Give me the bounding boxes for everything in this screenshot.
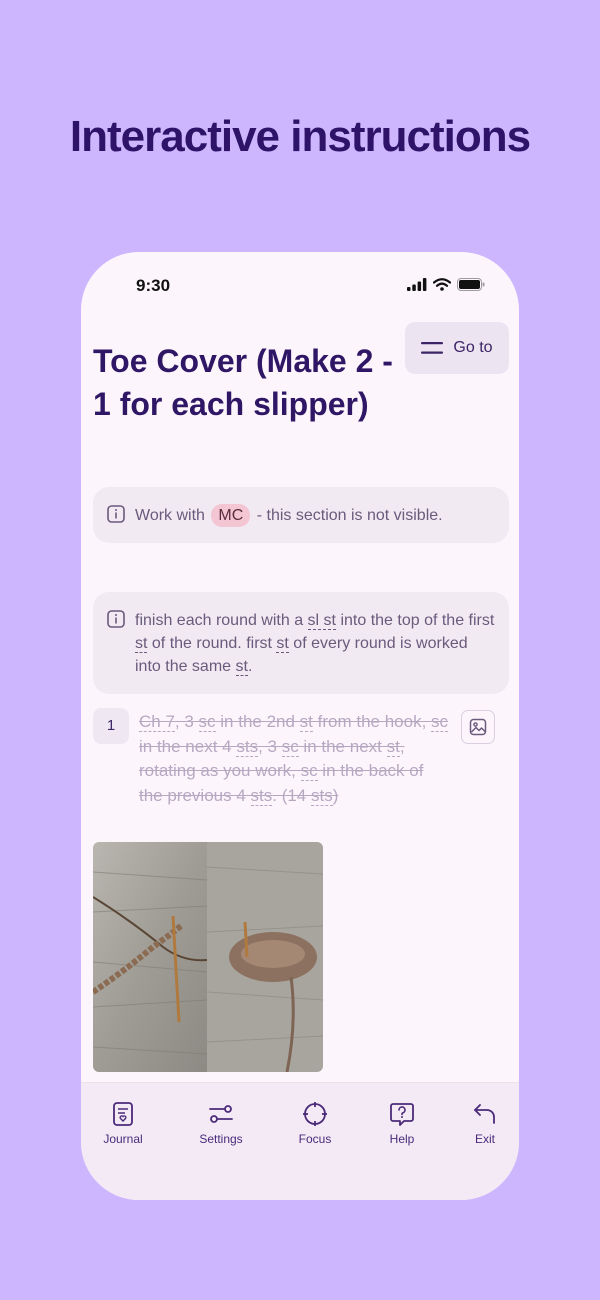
exit-icon bbox=[474, 1104, 495, 1124]
tab-label: Journal bbox=[103, 1132, 143, 1146]
tab-label: Focus bbox=[298, 1132, 332, 1146]
term-st[interactable]: st bbox=[276, 635, 289, 653]
signal-icon bbox=[407, 278, 427, 291]
term-sc[interactable]: sc bbox=[431, 712, 449, 732]
image-icon bbox=[469, 718, 487, 736]
goto-label: Go to bbox=[453, 339, 493, 356]
tab-settings[interactable]: Settings bbox=[181, 1101, 261, 1146]
term-sc[interactable]: sc bbox=[281, 736, 299, 757]
phone-frame: 9:30 Go to Toe Cover (Make 2 - 1 for eac… bbox=[81, 252, 519, 1200]
step-text: . (14 bbox=[272, 785, 311, 805]
tab-help[interactable]: Help bbox=[362, 1101, 442, 1146]
term-sc[interactable]: sc bbox=[300, 761, 318, 781]
step-photo bbox=[93, 842, 323, 1072]
menu-icon bbox=[421, 342, 444, 354]
tab-journal[interactable]: Journal bbox=[83, 1101, 163, 1146]
note-work-with-mc: Work with MC - this section is not visib… bbox=[93, 487, 509, 543]
focus-icon bbox=[303, 1102, 327, 1126]
settings-icon bbox=[209, 1105, 233, 1123]
note-text-before: Work with bbox=[135, 507, 205, 524]
info-icon bbox=[107, 610, 125, 628]
info-icon bbox=[107, 505, 125, 523]
step-text: ) bbox=[332, 785, 339, 805]
term-sts[interactable]: sts bbox=[250, 785, 273, 806]
tab-label: Exit bbox=[474, 1132, 495, 1146]
term-sts[interactable]: sts bbox=[311, 785, 333, 806]
note-text: . bbox=[247, 658, 253, 675]
wifi-icon bbox=[433, 278, 451, 291]
tab-label: Settings bbox=[199, 1132, 243, 1146]
goto-button[interactable]: Go to bbox=[405, 322, 509, 374]
term-ch[interactable]: Ch 7 bbox=[139, 712, 175, 732]
bottom-tab-bar: Journal Settings Focus Help Exit bbox=[81, 1082, 519, 1200]
step-text: in the next bbox=[298, 736, 387, 756]
term-sc[interactable]: sc bbox=[198, 712, 216, 732]
status-time: 9:30 bbox=[136, 276, 171, 295]
term-st[interactable]: st bbox=[386, 736, 400, 757]
tab-label: Help bbox=[389, 1132, 415, 1146]
headline: Interactive instructions bbox=[69, 112, 531, 161]
note-text: finish each round with a bbox=[135, 612, 308, 629]
note-finish-round: finish each round with a sl st into the … bbox=[93, 592, 509, 694]
step-instruction[interactable]: Ch 7, 3 sc in the 2nd st from the hook, … bbox=[139, 710, 449, 808]
step-text: , 3 bbox=[258, 736, 282, 756]
term-sl-st[interactable]: sl st bbox=[307, 612, 336, 630]
step-text: , 3 bbox=[174, 712, 199, 731]
help-icon bbox=[390, 1103, 414, 1126]
show-image-button[interactable] bbox=[461, 710, 495, 744]
term-st[interactable]: st bbox=[135, 635, 148, 653]
term-st[interactable]: st bbox=[235, 658, 248, 676]
battery-icon bbox=[457, 278, 485, 291]
step-text: from the hook, bbox=[312, 712, 432, 731]
tab-focus[interactable]: Focus bbox=[275, 1101, 355, 1146]
step-text: in the next 4 bbox=[139, 736, 237, 756]
tab-exit[interactable]: Exit bbox=[445, 1101, 519, 1146]
step-text: in the 2nd bbox=[215, 712, 300, 731]
mc-chip[interactable]: MC bbox=[211, 504, 251, 527]
status-icons bbox=[407, 278, 485, 291]
note-text-after: - this section is not visible. bbox=[256, 507, 443, 524]
crochet-chain-photo bbox=[93, 842, 207, 1072]
term-st[interactable]: st bbox=[299, 712, 313, 732]
journal-icon bbox=[113, 1102, 133, 1126]
step-number[interactable]: 1 bbox=[93, 708, 129, 744]
status-bar: 9:30 bbox=[81, 252, 519, 314]
section-title: Toe Cover (Make 2 - 1 for each slipper) bbox=[93, 343, 393, 422]
term-sts[interactable]: sts bbox=[236, 736, 259, 757]
note-text: of the round. first bbox=[147, 635, 277, 652]
note-text: into the top of the first bbox=[336, 612, 495, 629]
crochet-round-photo bbox=[207, 842, 323, 1072]
